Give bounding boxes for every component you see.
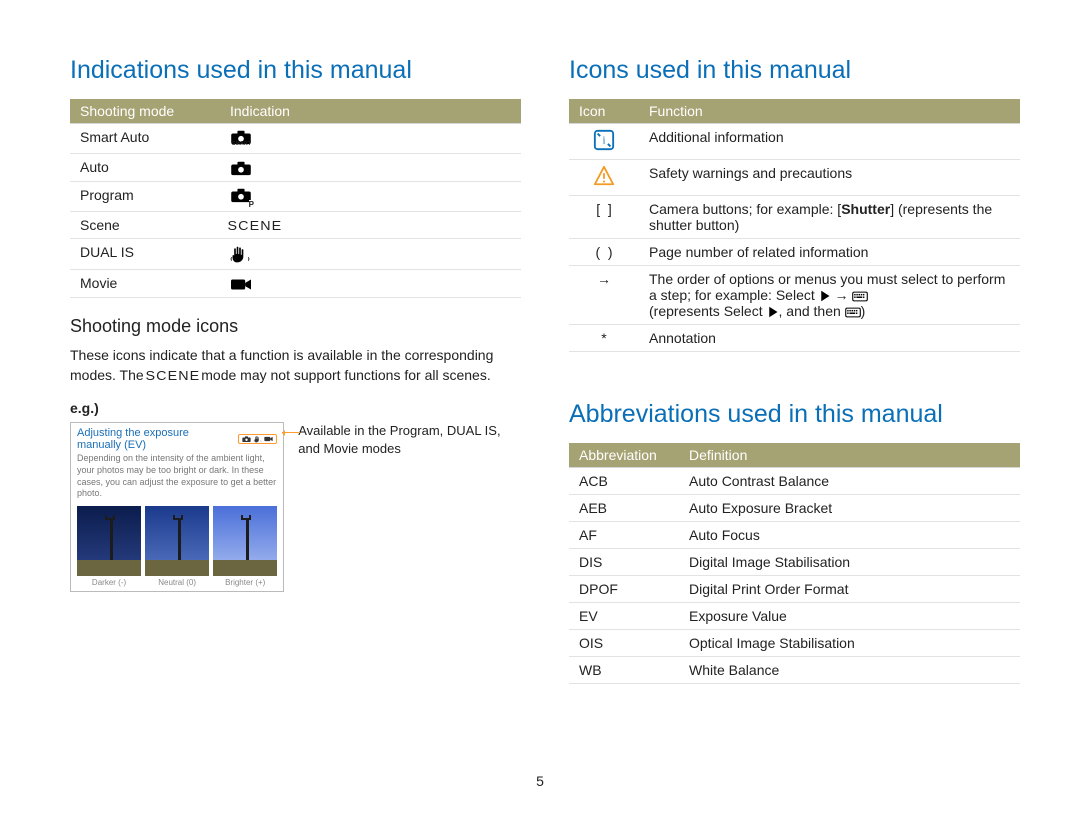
program-icon: P <box>220 182 521 212</box>
thumb-caption: Brighter (+) <box>213 576 277 587</box>
shooting-mode-icons-body: These icons indicate that a function is … <box>70 345 521 386</box>
mode-movie: Movie <box>70 270 220 298</box>
page-number: 5 <box>0 773 1080 789</box>
col-shooting-mode: Shooting mode <box>70 99 220 124</box>
def: Auto Exposure Bracket <box>679 495 1020 522</box>
abbr: OIS <box>569 630 679 657</box>
table-row: [ ] Camera buttons; for example: [Shutte… <box>569 196 1020 239</box>
mode-auto: Auto <box>70 154 220 182</box>
thumb-caption: Neutral (0) <box>145 576 209 587</box>
icons-heading: Icons used in this manual <box>569 56 1020 85</box>
abbrev-table: Abbreviation Definition ACBAuto Contrast… <box>569 443 1020 684</box>
table-row: Movie <box>70 270 521 298</box>
def: White Balance <box>679 657 1020 684</box>
table-row: EVExposure Value <box>569 603 1020 630</box>
square-brackets-icon: [ ] <box>569 196 639 239</box>
table-row: → The order of options or menus you must… <box>569 266 1020 325</box>
table-row: * Annotation <box>569 325 1020 352</box>
thumb-neutral: Neutral (0) <box>145 506 209 587</box>
dual-is-icon <box>220 239 521 270</box>
icon-func: Annotation <box>639 325 1020 352</box>
col-icon: Icon <box>569 99 639 124</box>
table-row: Program P <box>70 182 521 212</box>
example-mode-icons <box>238 434 277 444</box>
abbr: AF <box>569 522 679 549</box>
abbr: WB <box>569 657 679 684</box>
smart-auto-icon: SMART <box>220 124 521 154</box>
example-label: e.g.) <box>70 400 521 416</box>
example-annotation: Available in the Program, DUAL IS, and M… <box>298 422 521 458</box>
icon-func: Additional information <box>639 124 1020 160</box>
table-row: Smart Auto SMART <box>70 124 521 154</box>
def: Auto Focus <box>679 522 1020 549</box>
auto-icon <box>220 154 521 182</box>
icons-table: Icon Function Additional information Saf… <box>569 99 1020 352</box>
example-desc: Depending on the intensity of the ambien… <box>71 451 283 504</box>
abbrev-heading: Abbreviations used in this manual <box>569 400 1020 429</box>
shooting-mode-icons-heading: Shooting mode icons <box>70 316 521 337</box>
table-row: DUAL IS <box>70 239 521 270</box>
col-abbrev: Abbreviation <box>569 443 679 468</box>
table-row: WBWhite Balance <box>569 657 1020 684</box>
icon-func: Camera buttons; for example: [Shutter] (… <box>639 196 1020 239</box>
thumb-brighter: Brighter (+) <box>213 506 277 587</box>
asterisk-icon: * <box>569 325 639 352</box>
thumb-darker: Darker (-) <box>77 506 141 587</box>
mode-scene: Scene <box>70 212 220 239</box>
table-row: AEBAuto Exposure Bracket <box>569 495 1020 522</box>
table-row: ACBAuto Contrast Balance <box>569 468 1020 495</box>
col-definition: Definition <box>679 443 1020 468</box>
indications-heading: Indications used in this manual <box>70 56 521 85</box>
arrow-right-icon: → <box>569 266 639 325</box>
example-title: Adjusting the exposure manually (EV) <box>77 427 234 451</box>
abbr: EV <box>569 603 679 630</box>
left-column: Indications used in this manual Shooting… <box>70 56 521 702</box>
def: Digital Print Order Format <box>679 576 1020 603</box>
def: Digital Image Stabilisation <box>679 549 1020 576</box>
table-row: DISDigital Image Stabilisation <box>569 549 1020 576</box>
table-row: AFAuto Focus <box>569 522 1020 549</box>
icon-func: The order of options or menus you must s… <box>639 266 1020 325</box>
icon-func: Safety warnings and precautions <box>639 160 1020 196</box>
callout-arrow <box>282 432 300 433</box>
abbr: DIS <box>569 549 679 576</box>
col-indication: Indication <box>220 99 521 124</box>
table-row: Additional information <box>569 124 1020 160</box>
mode-smart-auto: Smart Auto <box>70 124 220 154</box>
table-row: Safety warnings and precautions <box>569 160 1020 196</box>
abbr: DPOF <box>569 576 679 603</box>
warning-icon <box>569 160 639 196</box>
table-row: ( ) Page number of related information <box>569 239 1020 266</box>
col-function: Function <box>639 99 1020 124</box>
shooting-mode-table: Shooting mode Indication Smart Auto SMAR… <box>70 99 521 298</box>
movie-icon <box>220 270 521 298</box>
def: Exposure Value <box>679 603 1020 630</box>
round-brackets-icon: ( ) <box>569 239 639 266</box>
mode-program: Program <box>70 182 220 212</box>
info-icon <box>569 124 639 160</box>
right-column: Icons used in this manual Icon Function … <box>569 56 1020 702</box>
table-row: Scene SCENE <box>70 212 521 239</box>
def: Auto Contrast Balance <box>679 468 1020 495</box>
scene-icon-inline: SCENE <box>145 367 200 386</box>
table-row: Auto <box>70 154 521 182</box>
table-row: OISOptical Image Stabilisation <box>569 630 1020 657</box>
thumb-caption: Darker (-) <box>77 576 141 587</box>
abbr: ACB <box>569 468 679 495</box>
table-row: DPOFDigital Print Order Format <box>569 576 1020 603</box>
scene-icon: SCENE <box>220 212 521 239</box>
abbr: AEB <box>569 495 679 522</box>
icon-func: Page number of related information <box>639 239 1020 266</box>
example-box: Adjusting the exposure manually (EV) Dep… <box>70 422 284 592</box>
mode-dual-is: DUAL IS <box>70 239 220 270</box>
def: Optical Image Stabilisation <box>679 630 1020 657</box>
